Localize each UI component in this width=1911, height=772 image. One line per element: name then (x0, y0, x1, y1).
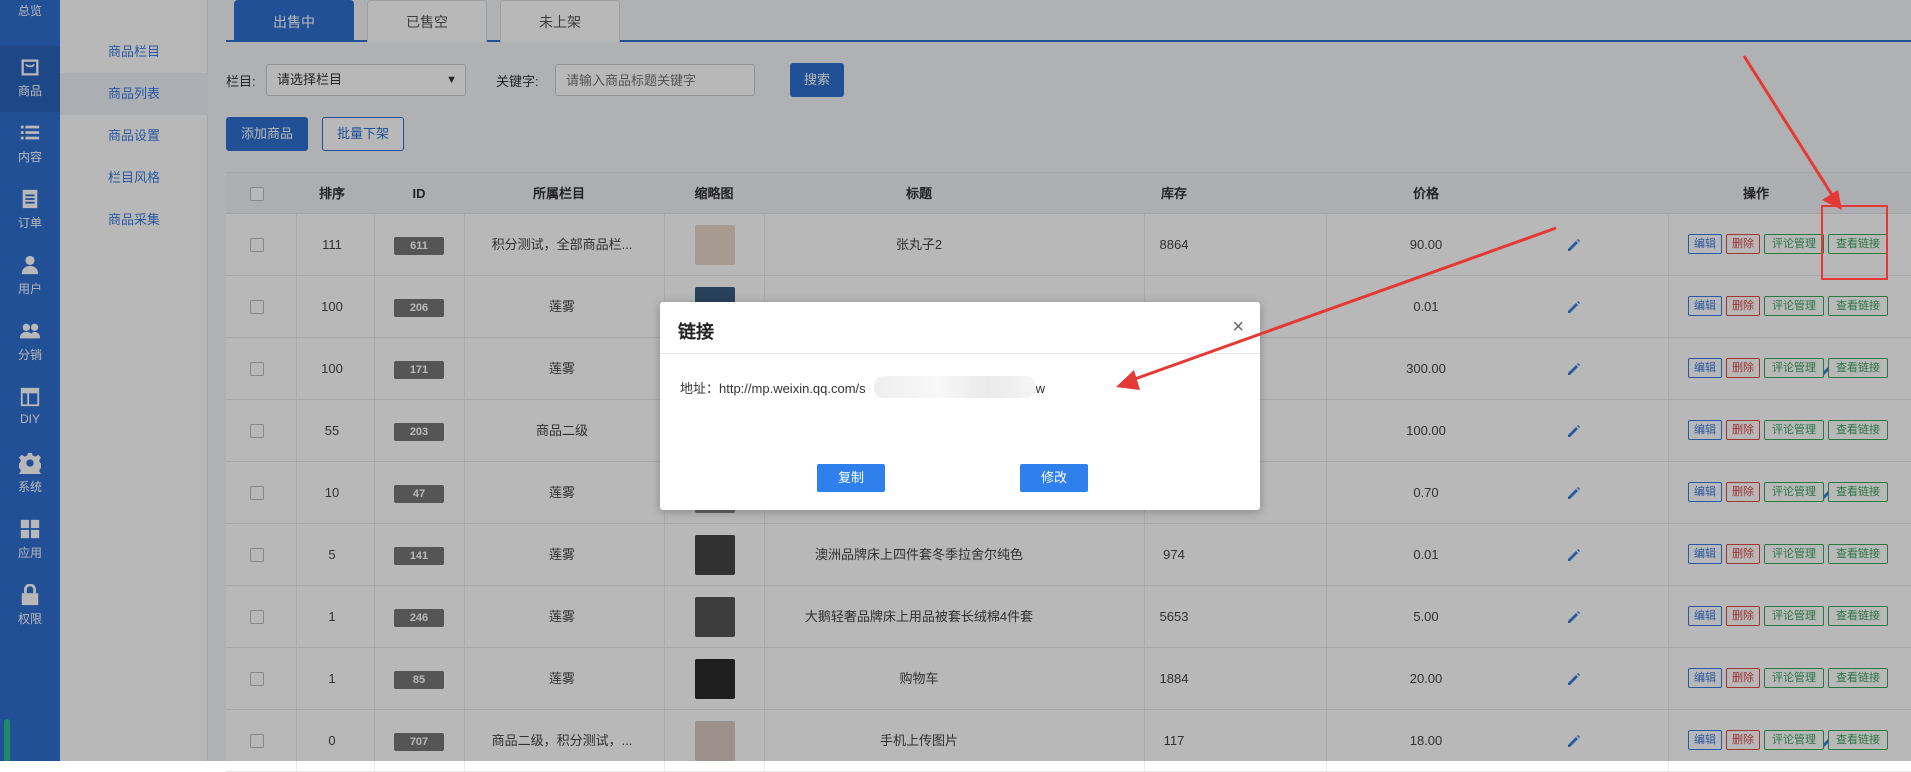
dialog-title: 链接 (678, 322, 714, 342)
dialog-header: 链接 × (660, 302, 1260, 354)
edit-link-button[interactable]: 修改 (1020, 464, 1088, 492)
copy-button[interactable]: 复制 (817, 464, 885, 492)
link-address-prefix: 地址：http://mp.weixin.qq.com/s (680, 381, 866, 396)
close-icon[interactable]: × (1232, 316, 1244, 339)
link-dialog: 链接 × 地址：http://mp.weixin.qq.com/snKw 复制 … (660, 302, 1260, 510)
redacted-url-blur (874, 376, 1036, 398)
